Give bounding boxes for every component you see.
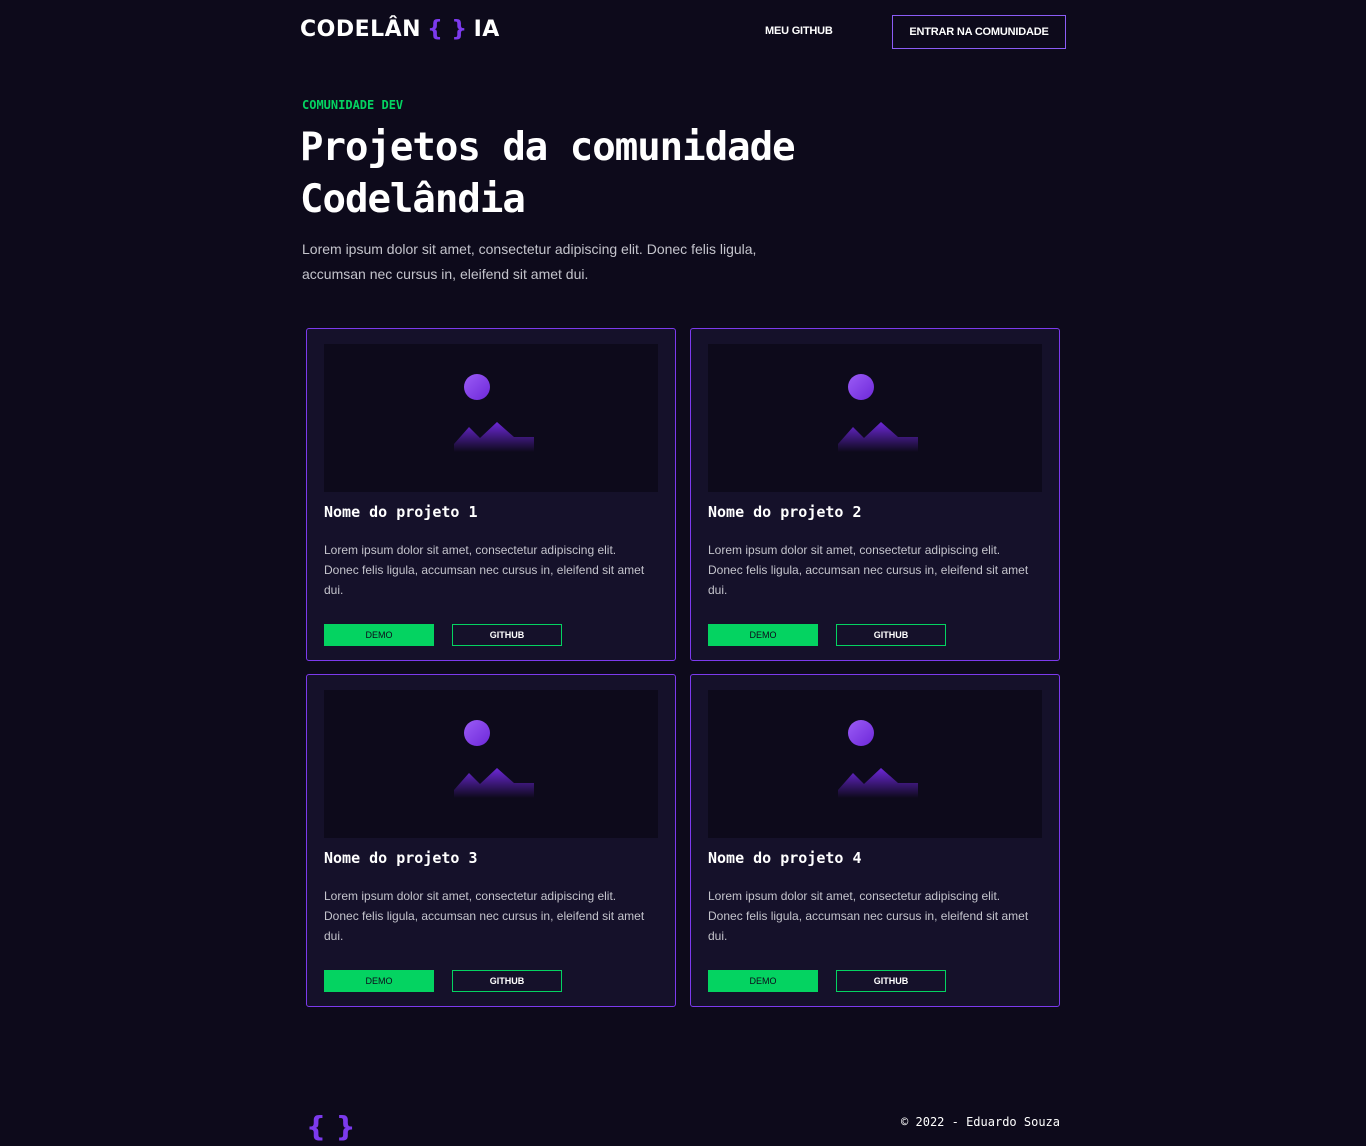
demo-button[interactable]: DEMO	[708, 970, 818, 992]
project-description: Lorem ipsum dolor sit amet, consectetur …	[708, 543, 1029, 597]
demo-button[interactable]: DEMO	[324, 970, 434, 992]
github-button[interactable]: GITHUB	[836, 624, 946, 646]
site-logo[interactable]: CODELÂN{ } IA	[300, 17, 500, 42]
image-placeholder-icon	[454, 374, 534, 452]
project-card: Nome do projeto 4 Lorem ipsum dolor sit …	[690, 674, 1060, 1007]
page-title: Projetos da comunidade Codelândia	[300, 125, 796, 222]
footer-copyright: © 2022 - Eduardo Souza	[901, 1115, 1060, 1129]
github-button[interactable]: GITHUB	[836, 970, 946, 992]
project-title: Nome do projeto 3	[324, 849, 478, 867]
project-card: Nome do projeto 2 Lorem ipsum dolor sit …	[690, 328, 1060, 661]
project-title: Nome do projeto 1	[324, 503, 478, 521]
project-description: Lorem ipsum dolor sit amet, consectetur …	[324, 889, 645, 943]
my-github-link[interactable]: MEU GITHUB	[765, 25, 833, 37]
github-button[interactable]: GITHUB	[452, 624, 562, 646]
project-description: Lorem ipsum dolor sit amet, consectetur …	[708, 889, 1029, 943]
image-placeholder-icon	[838, 374, 918, 452]
github-button[interactable]: GITHUB	[452, 970, 562, 992]
logo-suffix: IA	[473, 17, 500, 42]
join-community-button[interactable]: ENTRAR NA COMUNIDADE	[892, 15, 1066, 49]
image-placeholder-icon	[454, 720, 534, 798]
hero-description: Lorem ipsum dolor sit amet, consectetur …	[302, 241, 757, 282]
hero-eyebrow: COMUNIDADE DEV	[302, 98, 404, 112]
demo-button[interactable]: DEMO	[324, 624, 434, 646]
demo-button[interactable]: DEMO	[708, 624, 818, 646]
site-header: CODELÂN{ } IA MEU GITHUB ENTRAR NA COMUNI…	[0, 0, 1366, 64]
image-placeholder-icon	[838, 720, 918, 798]
project-card: Nome do projeto 1 Lorem ipsum dolor sit …	[306, 328, 676, 661]
logo-braces-icon: { }	[427, 17, 468, 42]
project-thumbnail	[708, 690, 1042, 838]
project-thumbnail	[324, 690, 658, 838]
project-title: Nome do projeto 4	[708, 849, 862, 867]
project-description: Lorem ipsum dolor sit amet, consectetur …	[324, 543, 645, 597]
project-thumbnail	[708, 344, 1042, 492]
project-title: Nome do projeto 2	[708, 503, 862, 521]
footer-logo-icon: { }	[306, 1110, 356, 1143]
project-thumbnail	[324, 344, 658, 492]
logo-prefix: CODELÂN	[300, 17, 422, 42]
project-card: Nome do projeto 3 Lorem ipsum dolor sit …	[306, 674, 676, 1007]
